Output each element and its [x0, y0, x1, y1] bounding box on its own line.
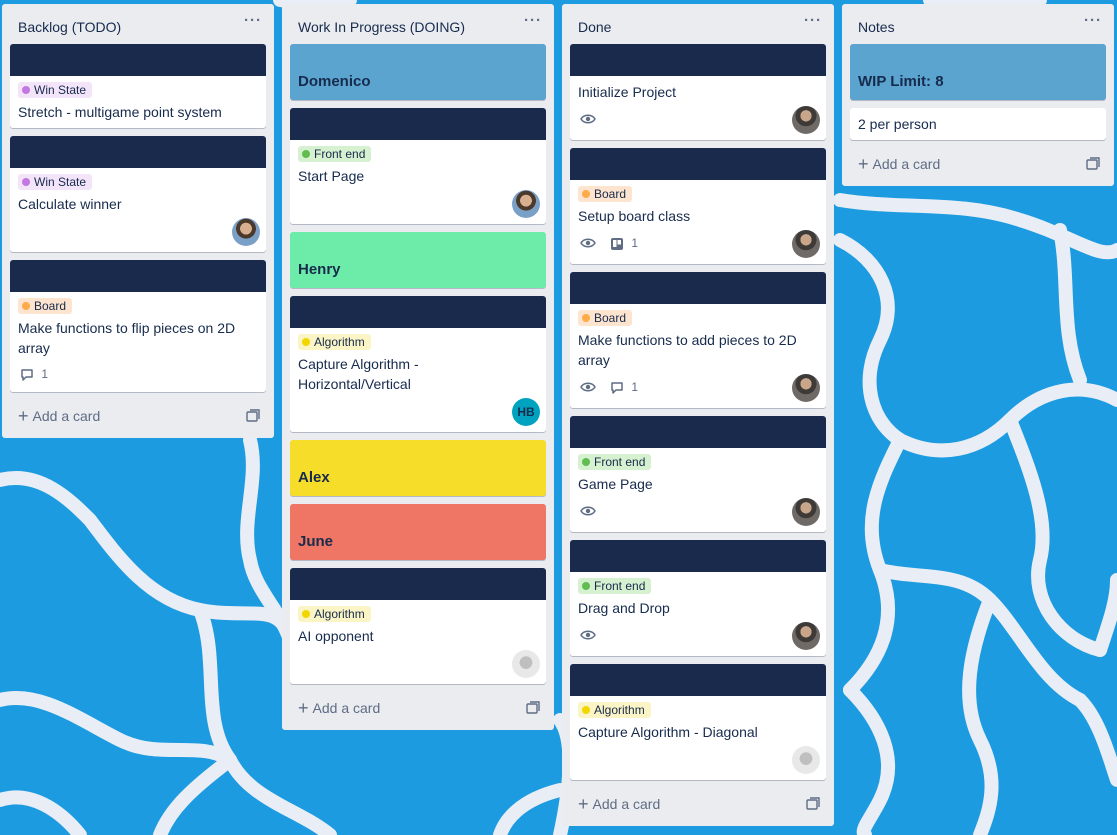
list-menu-icon[interactable]: ···: [522, 13, 544, 36]
card-title: 2 per person: [858, 116, 937, 132]
list-header: Done ···: [562, 4, 834, 44]
member-avatar[interactable]: [792, 622, 820, 650]
list-backlog: Backlog (TODO) ··· Win State Stretch - m…: [2, 4, 274, 438]
trello-card-icon: [611, 237, 623, 250]
watching-icon: [580, 382, 596, 392]
comments-badge: 1: [20, 366, 48, 382]
card[interactable]: Algorithm Capture Algorithm - Diagonal: [570, 664, 826, 780]
member-card-june[interactable]: June: [290, 504, 546, 560]
list-title[interactable]: Notes: [858, 19, 895, 35]
card-label: Front end: [578, 454, 652, 470]
member-card-henry[interactable]: Henry: [290, 232, 546, 288]
member-avatar[interactable]: HB: [512, 398, 540, 426]
card-cover: [570, 664, 826, 696]
list-doing: Work In Progress (DOING) ··· Domenico Fr…: [282, 4, 554, 730]
card-title: Drag and Drop: [578, 600, 670, 616]
card-cover: [290, 296, 546, 328]
watching-icon: [580, 114, 596, 124]
card-cover: [10, 136, 266, 168]
list-menu-icon[interactable]: ···: [802, 13, 824, 36]
comment-icon: [611, 382, 623, 394]
card-label: Win State: [18, 174, 93, 190]
list-menu-icon[interactable]: ···: [242, 13, 264, 36]
card-cover: [570, 44, 826, 76]
list-menu-icon[interactable]: ···: [1082, 13, 1104, 36]
card-title: Initialize Project: [578, 84, 677, 100]
card-label: Algorithm: [298, 334, 371, 350]
attachment-badge: 1: [610, 235, 638, 251]
card-title: Capture Algorithm - Horizontal/Vertical: [298, 356, 419, 392]
comment-icon: [21, 369, 33, 381]
card[interactable]: Front end Drag and Drop: [570, 540, 826, 656]
card-cover: [10, 44, 266, 76]
card-title: AI opponent: [298, 628, 374, 644]
card-cover: [570, 272, 826, 304]
add-card-button[interactable]: + Add a card: [18, 406, 100, 426]
card-label: Algorithm: [298, 606, 371, 622]
card-cover: [570, 416, 826, 448]
list-title[interactable]: Done: [578, 19, 611, 35]
add-card-button[interactable]: + Add a card: [298, 698, 380, 718]
card-cover: [290, 568, 546, 600]
wip-limit-card[interactable]: WIP Limit: 8: [850, 44, 1106, 100]
card[interactable]: 2 per person: [850, 108, 1106, 140]
member-avatar[interactable]: [792, 498, 820, 526]
member-card-alex[interactable]: Alex: [290, 440, 546, 496]
card-title: Make functions to add pieces to 2D array: [578, 332, 797, 368]
member-avatar[interactable]: [792, 230, 820, 258]
card-template-icon[interactable]: [526, 701, 540, 715]
watching-icon: [580, 238, 596, 248]
member-avatar[interactable]: [512, 190, 540, 218]
card-cover: [570, 540, 826, 572]
card-title: Capture Algorithm - Diagonal: [578, 724, 758, 740]
card[interactable]: Board Make functions to add pieces to 2D…: [570, 272, 826, 408]
card[interactable]: Front end Game Page: [570, 416, 826, 532]
list-title[interactable]: Backlog (TODO): [18, 19, 121, 35]
card-title: Stretch - multigame point system: [18, 104, 222, 120]
card-title: Calculate winner: [18, 196, 122, 212]
card-label: Board: [578, 310, 633, 326]
comments-badge: 1: [610, 379, 638, 395]
member-avatar[interactable]: [792, 374, 820, 402]
card-template-icon[interactable]: [246, 409, 260, 423]
card[interactable]: Algorithm Capture Algorithm - Horizontal…: [290, 296, 546, 432]
list-header: Backlog (TODO) ···: [2, 4, 274, 44]
card[interactable]: Win State Calculate winner: [10, 136, 266, 252]
list-title[interactable]: Work In Progress (DOING): [298, 19, 465, 35]
card-label: Front end: [578, 578, 652, 594]
card-title: Start Page: [298, 168, 365, 184]
card-label: Board: [18, 298, 73, 314]
watching-icon: [580, 630, 596, 640]
card-label: Board: [578, 186, 633, 202]
list-done: Done ··· Initialize Project Board Setup …: [562, 4, 834, 826]
member-avatar[interactable]: [232, 218, 260, 246]
member-avatar[interactable]: [792, 746, 820, 774]
card-title: Make functions to flip pieces on 2D arra…: [18, 320, 236, 356]
member-avatar[interactable]: [792, 106, 820, 134]
member-card-domenico[interactable]: Domenico: [290, 44, 546, 100]
card[interactable]: Front end Start Page: [290, 108, 546, 224]
add-card-button[interactable]: + Add a card: [578, 794, 660, 814]
card-label: Win State: [18, 82, 93, 98]
card[interactable]: Algorithm AI opponent: [290, 568, 546, 684]
list-header: Work In Progress (DOING) ···: [282, 4, 554, 44]
list-notes: Notes ··· WIP Limit: 8 2 per person + Add…: [842, 4, 1114, 186]
card-title: Setup board class: [578, 208, 691, 224]
card[interactable]: Initialize Project: [570, 44, 826, 140]
card-cover: [570, 148, 826, 180]
card-cover: [290, 108, 546, 140]
card-template-icon[interactable]: [806, 797, 820, 811]
card[interactable]: Board Make functions to flip pieces on 2…: [10, 260, 266, 392]
card[interactable]: Board Setup board class 1: [570, 148, 826, 264]
card-label: Front end: [298, 146, 372, 162]
list-header: Notes ···: [842, 4, 1114, 44]
card-cover: [10, 260, 266, 292]
watching-icon: [580, 506, 596, 516]
card[interactable]: Win State Stretch - multigame point syst…: [10, 44, 266, 128]
card-title: Game Page: [578, 476, 653, 492]
card-label: Algorithm: [578, 702, 651, 718]
card-template-icon[interactable]: [1086, 157, 1100, 171]
add-card-button[interactable]: + Add a card: [858, 154, 940, 174]
member-avatar[interactable]: [512, 650, 540, 678]
